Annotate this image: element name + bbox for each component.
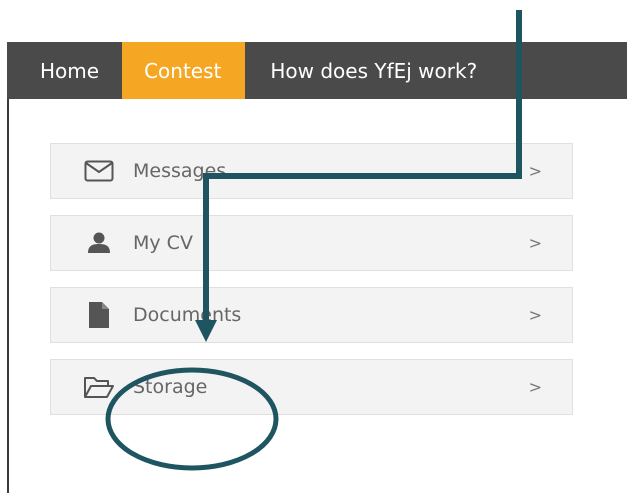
menu-item-my-cv[interactable]: My CV > (50, 215, 573, 271)
chevron-right-icon: > (528, 305, 542, 325)
envelope-icon (81, 160, 117, 182)
chevron-right-icon: > (528, 377, 542, 397)
user-icon (81, 232, 117, 254)
chevron-right-icon: > (528, 161, 542, 181)
nav-contest[interactable]: Contest (122, 42, 246, 99)
folder-open-icon (81, 375, 117, 399)
panel-border (7, 99, 9, 493)
menu-item-label: My CV (133, 232, 193, 254)
menu-item-documents[interactable]: Documents > (50, 287, 573, 343)
menu-item-messages[interactable]: Messages > (50, 143, 573, 199)
top-nav: Home Contest How does YfEj work? (7, 42, 627, 99)
menu-item-label: Storage (133, 376, 208, 398)
nav-how-it-works[interactable]: How does YfEj work? (245, 42, 477, 99)
menu-item-label: Messages (133, 160, 227, 182)
document-icon (81, 301, 117, 329)
menu-item-label: Documents (133, 304, 242, 326)
account-menu: Messages > My CV > Documents > Storage > (50, 143, 573, 431)
chevron-right-icon: > (528, 233, 542, 253)
menu-item-storage[interactable]: Storage > (50, 359, 573, 415)
nav-home[interactable]: Home (7, 42, 122, 99)
